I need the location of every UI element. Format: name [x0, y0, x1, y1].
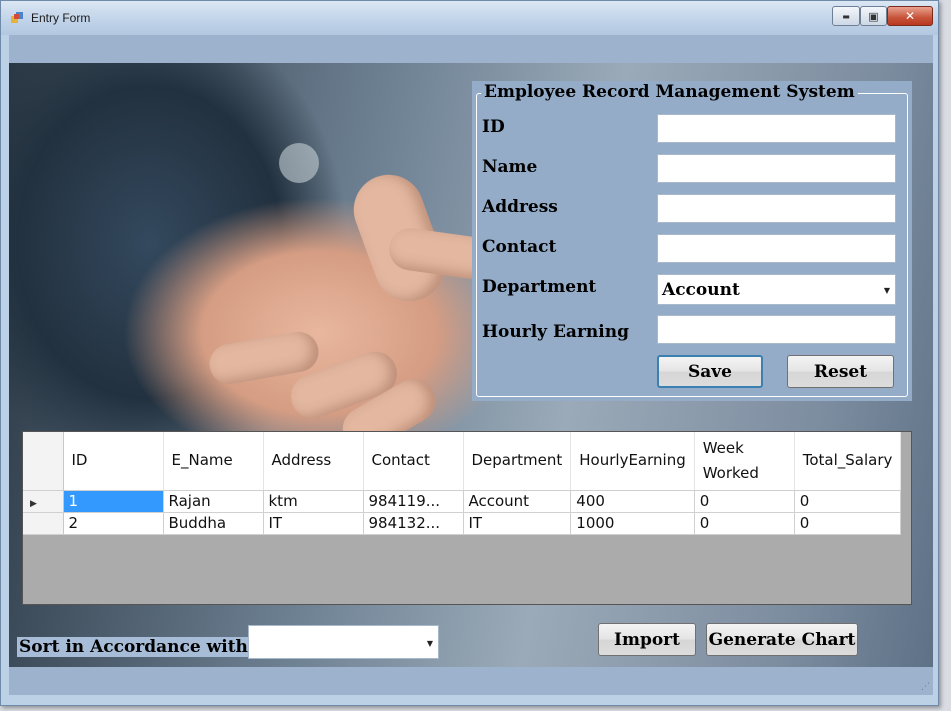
app-icon — [11, 12, 23, 23]
window-title: Entry Form — [31, 11, 91, 25]
entry-form-window: Entry Form ▬ ▣ ✕ Employee Record Managem… — [0, 0, 939, 706]
table-cell[interactable]: 1000 — [570, 512, 695, 535]
contact-label: Contact — [482, 237, 557, 257]
contact-input[interactable] — [657, 234, 896, 263]
department-dropdown[interactable]: Account ▼ — [657, 274, 896, 305]
table-cell[interactable]: 0 — [794, 490, 902, 513]
close-icon: ✕ — [904, 9, 916, 23]
sort-dropdown[interactable]: ▼ — [248, 625, 439, 659]
reset-button[interactable]: Reset — [787, 355, 894, 388]
row-pointer-icon: ▶ — [30, 499, 37, 509]
maximize-button[interactable]: ▣ — [860, 6, 887, 26]
hourly-earning-input[interactable] — [657, 315, 896, 344]
name-label: Name — [482, 157, 538, 177]
column-header-department[interactable]: Department — [463, 432, 572, 491]
maximize-icon: ▣ — [868, 9, 879, 23]
column-header-hourly-earning[interactable]: HourlyEarning — [570, 432, 695, 491]
column-header-id[interactable]: ID — [63, 432, 164, 491]
title-bar[interactable]: Entry Form ▬ ▣ ✕ — [1, 1, 938, 35]
column-header-address[interactable]: Address — [263, 432, 364, 491]
employee-data-grid[interactable]: ID E_Name Address Contact Department Hou… — [22, 431, 912, 605]
row-header[interactable]: ▶ — [23, 490, 64, 513]
save-button[interactable]: Save — [657, 355, 763, 388]
column-header-contact[interactable]: Contact — [363, 432, 464, 491]
address-input[interactable] — [657, 194, 896, 223]
table-cell[interactable]: 984132... — [363, 512, 464, 535]
employee-record-groupbox: Employee Record Management System ID Nam… — [472, 81, 912, 401]
table-cell[interactable]: Account — [463, 490, 572, 513]
hourly-earning-label: Hourly Earning — [482, 322, 629, 342]
id-input[interactable] — [657, 114, 896, 143]
table-cell[interactable]: Buddha — [163, 512, 264, 535]
id-label: ID — [482, 117, 505, 137]
table-cell[interactable]: 0 — [794, 512, 902, 535]
chevron-down-icon: ▼ — [426, 639, 433, 648]
import-button[interactable]: Import — [598, 623, 696, 656]
table-cell[interactable]: 0 — [694, 512, 795, 535]
minimize-button[interactable]: ▬ — [832, 6, 860, 26]
groupbox-title: Employee Record Management System — [481, 82, 858, 102]
address-label: Address — [482, 197, 558, 217]
table-cell[interactable]: 0 — [694, 490, 795, 513]
column-header-total-salary[interactable]: Total_Salary — [794, 432, 902, 491]
table-cell[interactable]: IT — [463, 512, 572, 535]
table-row[interactable]: 2 Buddha IT 984132... IT 1000 0 0 — [23, 512, 902, 535]
row-header[interactable] — [23, 512, 64, 535]
grid-header-row: ID E_Name Address Contact Department Hou… — [23, 432, 902, 491]
column-header-week-worked[interactable]: Week Worked — [694, 432, 795, 491]
table-cell[interactable]: 2 — [63, 512, 164, 535]
employee-table: ID E_Name Address Contact Department Hou… — [23, 432, 902, 535]
table-cell[interactable]: Rajan — [163, 490, 264, 513]
name-input[interactable] — [657, 154, 896, 183]
chevron-down-icon: ▼ — [883, 286, 890, 295]
minimize-icon: ▬ — [842, 11, 850, 21]
close-button[interactable]: ✕ — [887, 6, 933, 26]
sort-label: Sort in Accordance with: — [17, 637, 257, 657]
table-cell[interactable]: IT — [263, 512, 364, 535]
table-cell[interactable]: ktm — [263, 490, 364, 513]
generate-chart-button[interactable]: Generate Chart — [706, 623, 858, 656]
table-cell[interactable]: 400 — [570, 490, 695, 513]
table-cell[interactable]: 1 — [63, 490, 164, 513]
department-selected-value: Account — [662, 280, 740, 300]
table-row[interactable]: ▶ 1 Rajan ktm 984119... Account 400 0 0 — [23, 490, 902, 513]
grid-corner-header[interactable] — [23, 432, 64, 491]
department-label: Department — [482, 277, 597, 297]
status-bar: ⋰ — [9, 667, 933, 695]
resize-grip-icon[interactable]: ⋰ — [921, 682, 930, 692]
table-cell[interactable]: 984119... — [363, 490, 464, 513]
form-client-area: Employee Record Management System ID Nam… — [9, 35, 933, 695]
column-header-e-name[interactable]: E_Name — [163, 432, 264, 491]
